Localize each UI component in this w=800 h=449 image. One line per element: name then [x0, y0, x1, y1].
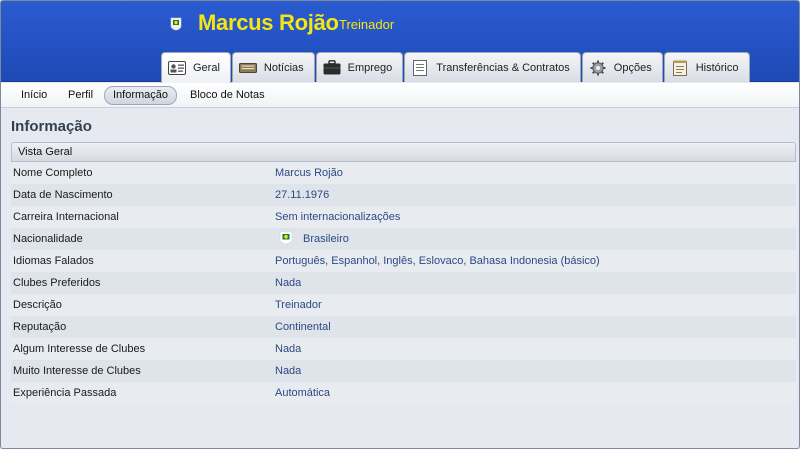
table-row: Descrição Treinador	[11, 294, 796, 316]
gear-icon	[589, 60, 607, 76]
brazil-crest-icon	[279, 231, 293, 245]
tab-historico[interactable]: Histórico	[663, 52, 750, 82]
row-label: Reputação	[13, 321, 67, 333]
info-table: Nome Completo Marcus Rojão Data de Nasci…	[11, 162, 796, 404]
table-row: Experiência Passada Automática	[11, 382, 796, 404]
table-row: Clubes Preferidos Nada	[11, 272, 796, 294]
row-label: Descrição	[13, 299, 62, 311]
tab-label: Transferências & Contratos	[436, 61, 570, 74]
tab-label: Emprego	[347, 61, 393, 74]
row-value: Nada	[275, 277, 302, 289]
row-label: Idiomas Falados	[13, 255, 94, 267]
id-card-icon	[168, 60, 186, 76]
sub-navigation: Início Perfil Informação Bloco de Notas	[1, 83, 799, 108]
row-value: Português, Espanhol, Inglês, Eslovaco, B…	[275, 255, 600, 267]
nationality-text: Brasileiro	[303, 233, 349, 245]
table-row: Carreira Internacional Sem internacional…	[11, 206, 796, 228]
row-label: Carreira Internacional	[13, 211, 119, 223]
row-value: Treinador	[275, 299, 322, 311]
person-role: Treinador	[339, 17, 395, 32]
row-value: 27.11.1976	[275, 189, 330, 201]
tab-noticias[interactable]: Notícias	[231, 52, 315, 82]
document-icon	[411, 59, 429, 76]
subnav-bloco-de-notas[interactable]: Bloco de Notas	[182, 86, 273, 105]
subnav-informacao[interactable]: Informação	[104, 86, 178, 105]
tab-label: Notícias	[263, 61, 304, 74]
row-value: Continental	[275, 321, 331, 333]
tab-geral[interactable]: Geral	[161, 52, 231, 83]
row-label: Nome Completo	[13, 167, 93, 179]
main-tabs: Geral Notícias Emprego Transferências & …	[161, 52, 751, 83]
row-label: Nacionalidade	[13, 233, 83, 245]
row-label: Algum Interesse de Clubes	[13, 343, 146, 355]
row-label: Data de Nascimento	[13, 189, 113, 201]
tab-transferencias[interactable]: Transferências & Contratos	[404, 52, 581, 82]
brazil-crest-icon	[170, 17, 182, 31]
table-row: Algum Interesse de Clubes Nada	[11, 338, 796, 360]
row-label: Muito Interesse de Clubes	[13, 365, 141, 377]
row-value-nationality[interactable]: Brasileiro	[275, 231, 349, 247]
row-value: Nada	[275, 343, 302, 355]
briefcase-icon	[323, 60, 341, 76]
row-label: Clubes Preferidos	[13, 277, 101, 289]
newspaper-icon	[238, 60, 257, 76]
row-value: Automática	[275, 387, 331, 399]
row-value: Marcus Rojão	[275, 167, 343, 179]
table-row: Nome Completo Marcus Rojão	[11, 162, 796, 184]
row-value: Sem internacionalizações	[275, 211, 401, 223]
app-window: Marcus Rojão Treinador Geral Notícias Em…	[0, 0, 800, 449]
section-title: Informação	[11, 118, 92, 135]
tab-label: Histórico	[695, 61, 739, 74]
tab-label: Geral	[193, 62, 220, 74]
row-value: Nada	[275, 365, 302, 377]
panel-header: Vista Geral	[11, 142, 796, 162]
tab-emprego[interactable]: Emprego	[315, 52, 404, 82]
tab-label: Opções	[613, 61, 652, 74]
table-row: Reputação Continental	[11, 316, 796, 338]
subnav-inicio[interactable]: Início	[13, 86, 55, 105]
table-row: Nacionalidade Brasileiro	[11, 228, 796, 250]
table-row: Data de Nascimento 27.11.1976	[11, 184, 796, 206]
notepad-icon	[671, 60, 689, 76]
row-label: Experiência Passada	[13, 387, 117, 399]
subnav-perfil[interactable]: Perfil	[60, 86, 101, 105]
table-row: Muito Interesse de Clubes Nada	[11, 360, 796, 382]
table-row: Idiomas Falados Português, Espanhol, Ing…	[11, 250, 796, 272]
tab-opcoes[interactable]: Opções	[581, 52, 663, 82]
person-name: Marcus Rojão	[198, 10, 339, 35]
profile-header: Marcus Rojão Treinador Geral Notícias Em…	[1, 1, 799, 83]
